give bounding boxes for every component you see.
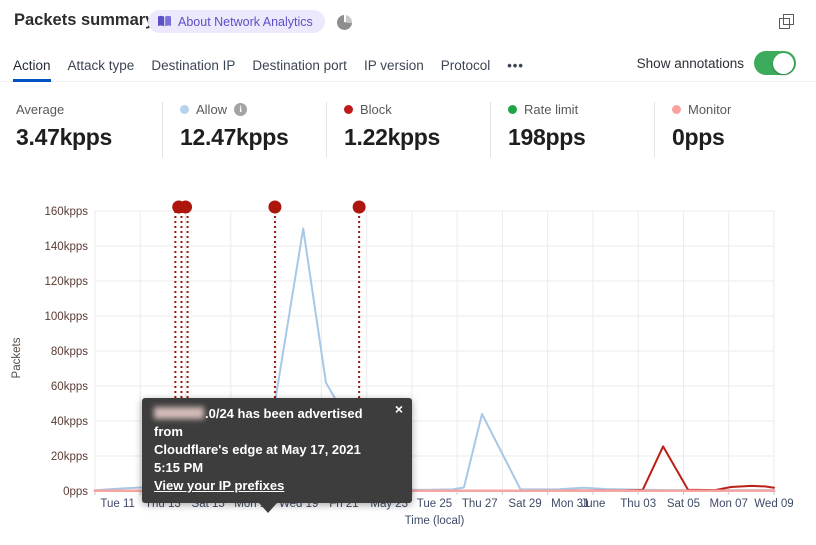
show-annotations-label: Show annotations xyxy=(636,55,744,71)
tab-destination-ip[interactable]: Destination IP xyxy=(151,50,235,82)
tab-attack-type[interactable]: Attack type xyxy=(68,50,135,82)
tab-protocol[interactable]: Protocol xyxy=(441,50,491,82)
stat-block: Block 1.22kpps xyxy=(344,101,494,151)
book-icon xyxy=(157,15,172,28)
svg-text:Tue 25: Tue 25 xyxy=(417,498,452,510)
svg-text:Sat 05: Sat 05 xyxy=(667,498,700,510)
tooltip-caret xyxy=(259,503,277,513)
annotation-tooltip: .0/24 has been advertised from Cloudflar… xyxy=(142,398,412,513)
stat-label: Block xyxy=(360,101,392,117)
toggle-knob xyxy=(773,52,794,74)
svg-text:0pps: 0pps xyxy=(63,486,88,498)
svg-text:Wed 09: Wed 09 xyxy=(754,498,793,510)
divider xyxy=(326,102,327,158)
stat-label: Allow xyxy=(196,101,228,117)
svg-text:40kpps: 40kpps xyxy=(51,416,88,428)
divider xyxy=(654,102,655,158)
show-annotations-control: Show annotations xyxy=(637,51,796,75)
tabs-more-button[interactable]: ••• xyxy=(507,58,524,73)
stat-rate-limit: Rate limit 198pps xyxy=(508,101,658,151)
stat-average: Average 3.47kpps xyxy=(16,101,166,151)
svg-text:160kpps: 160kpps xyxy=(45,206,89,218)
view-ip-prefixes-link[interactable]: View your IP prefixes xyxy=(154,478,284,493)
monitor-legend-dot xyxy=(672,104,681,114)
tooltip-line2: Cloudflare's edge at May 17, 2021 5:15 P… xyxy=(154,442,361,475)
svg-text:Sat 29: Sat 29 xyxy=(508,498,541,510)
y-axis-title: Packets xyxy=(11,337,23,378)
allow-legend-dot xyxy=(180,104,189,114)
svg-text:60kpps: 60kpps xyxy=(51,381,88,393)
page-title: Packets summary xyxy=(14,11,155,29)
svg-text:100kpps: 100kpps xyxy=(45,311,89,323)
about-network-analytics-badge[interactable]: About Network Analytics xyxy=(148,10,325,33)
popout-window-icon[interactable] xyxy=(779,13,797,31)
stat-value: 3.47kpps xyxy=(16,124,113,150)
svg-text:June: June xyxy=(580,498,605,510)
tab-destination-port[interactable]: Destination port xyxy=(252,50,347,82)
tab-action[interactable]: Action xyxy=(13,50,51,82)
redacted-ip-prefix xyxy=(154,407,204,419)
stat-value: 1.22kpps xyxy=(344,124,441,150)
x-axis-title: Time (local) xyxy=(405,515,465,527)
svg-text:Tue 11: Tue 11 xyxy=(100,498,135,510)
divider xyxy=(490,102,491,158)
svg-text:Mon 07: Mon 07 xyxy=(710,498,748,510)
pie-status-icon xyxy=(337,15,352,30)
tab-ip-version[interactable]: IP version xyxy=(364,50,424,82)
tooltip-close-icon[interactable]: × xyxy=(395,401,403,417)
divider xyxy=(162,102,163,158)
stat-label: Monitor xyxy=(688,101,732,117)
stat-label: Rate limit xyxy=(524,101,579,117)
stat-value: 198pps xyxy=(508,124,586,150)
rate-limit-legend-dot xyxy=(508,104,517,114)
tooltip-line1: .0/24 has been advertised from xyxy=(154,406,363,439)
stat-label: Average xyxy=(16,101,65,117)
svg-text:140kpps: 140kpps xyxy=(45,241,89,253)
block-legend-dot xyxy=(344,104,353,114)
svg-text:Thu 03: Thu 03 xyxy=(620,498,656,510)
info-icon[interactable]: i xyxy=(234,102,248,116)
y-axis-labels: 0pps 20kpps 40kpps 60kpps 80kpps 100kpps 120kp… xyxy=(45,206,89,498)
svg-text:20kpps: 20kpps xyxy=(51,451,88,463)
stat-monitor: Monitor 0pps xyxy=(672,101,816,151)
svg-text:120kpps: 120kpps xyxy=(45,276,89,288)
stat-value: 12.47kpps xyxy=(180,124,289,150)
stat-value: 0pps xyxy=(672,124,725,150)
show-annotations-toggle[interactable] xyxy=(754,51,796,75)
svg-text:80kpps: 80kpps xyxy=(51,346,88,358)
badge-label: About Network Analytics xyxy=(178,14,313,29)
svg-text:Thu 27: Thu 27 xyxy=(462,498,498,510)
stat-allow: Allow i 12.47kpps xyxy=(180,101,330,151)
